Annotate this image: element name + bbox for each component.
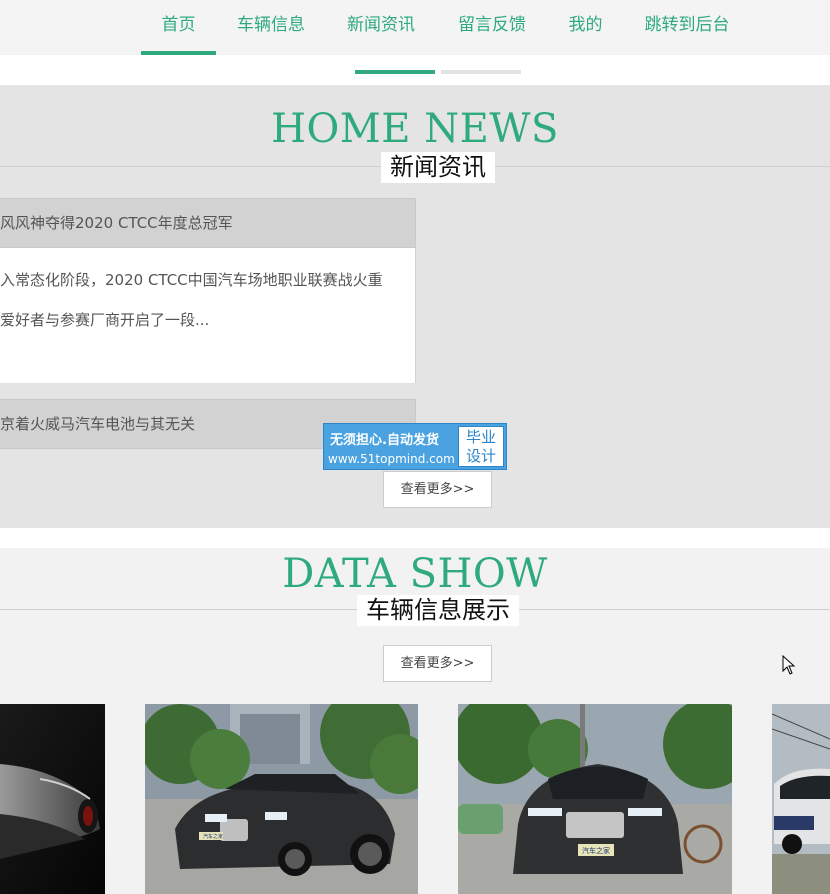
- nav-vehicle-info[interactable]: 车辆信息: [233, 0, 309, 55]
- news-summary-line: 爱好者与参赛厂商开启了一段...: [0, 311, 210, 329]
- vehicle-card[interactable]: [0, 704, 105, 894]
- watermark-url: www.51topmind.com: [328, 452, 455, 466]
- top-nav: 首页 车辆信息 新闻资讯 留言反馈 我的 跳转到后台: [0, 0, 830, 55]
- carousel-indicators: [0, 55, 830, 85]
- data-title-cn: 车辆信息展示: [357, 595, 519, 626]
- watermark-tag-top: 毕业: [465, 428, 496, 446]
- concept-car-image: [0, 704, 105, 894]
- news-item-summary: 入常态化阶段，2020 CTCC中国汽车场地职业联赛战火重 爱好者与参赛厂商开启…: [0, 248, 416, 383]
- bmw-i3-image: [772, 704, 830, 894]
- nav-feedback[interactable]: 留言反馈: [454, 0, 530, 55]
- vehicle-card[interactable]: 汽车之家: [458, 704, 732, 894]
- data-more-button[interactable]: 查看更多>>: [383, 645, 492, 682]
- nav-news[interactable]: 新闻资讯: [343, 0, 419, 55]
- section-gap: [0, 528, 830, 548]
- news-title-en: HOME NEWS: [271, 106, 559, 152]
- nav-mine[interactable]: 我的: [564, 0, 607, 55]
- news-more-button[interactable]: 查看更多>>: [383, 471, 492, 508]
- vehicle-card[interactable]: 汽车之家: [145, 704, 418, 894]
- mouse-cursor-icon: [782, 655, 796, 675]
- watermark-tag-bottom: 设计: [465, 447, 496, 465]
- plate-text: 汽车之家: [582, 846, 610, 855]
- news-summary-line: 入常态化阶段，2020 CTCC中国汽车场地职业联赛战火重: [0, 271, 383, 289]
- data-title-en: DATA SHOW: [282, 551, 548, 597]
- watermark-badge: 无须担心.自动发货 www.51topmind.com 毕业 设计: [323, 423, 507, 470]
- bmw-sedan-image: 汽车之家: [145, 704, 418, 894]
- nav-admin[interactable]: 跳转到后台: [640, 0, 734, 55]
- plate-text: 汽车之家: [203, 833, 223, 840]
- carousel-dot-active[interactable]: [355, 70, 435, 74]
- news-title-cn: 新闻资讯: [381, 152, 495, 183]
- watermark-line1: 无须担心.自动发货: [330, 433, 439, 448]
- bmw-front-image: 汽车之家: [458, 704, 732, 894]
- carousel-dot[interactable]: [441, 70, 521, 74]
- news-item-title[interactable]: 风风神夺得2020 CTCC年度总冠军: [0, 198, 416, 248]
- nav-home[interactable]: 首页: [141, 0, 216, 55]
- vehicle-card[interactable]: [772, 704, 830, 894]
- watermark-tag: 毕业 设计: [458, 426, 504, 467]
